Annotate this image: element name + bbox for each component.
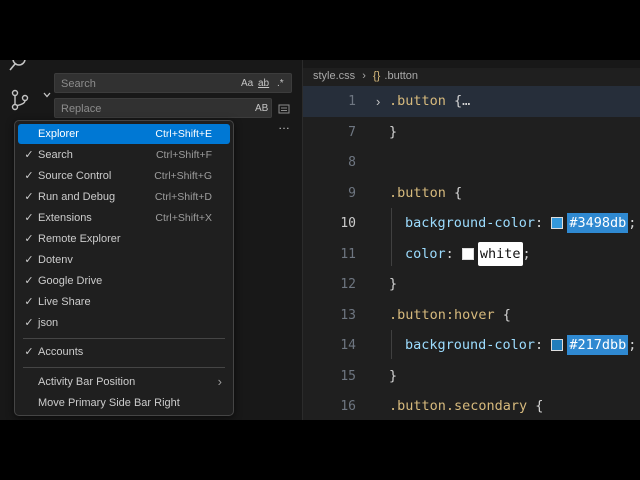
fold-chevron-icon[interactable]: › — [376, 86, 380, 117]
activity-bar-context-menu: Explorer Ctrl+Shift+E ✓ Search Ctrl+Shif… — [14, 120, 234, 416]
code-line[interactable]: 1 › .button {… — [303, 86, 640, 117]
code-line[interactable]: 8 — [303, 147, 640, 178]
color-value: #3498db — [567, 213, 629, 233]
menu-item-remote-explorer[interactable]: ✓ Remote Explorer — [18, 229, 230, 249]
color-swatch[interactable] — [461, 248, 474, 260]
check-icon: ✓ — [24, 233, 34, 245]
check-icon: ✓ — [24, 191, 34, 203]
menu-item-live-share[interactable]: ✓ Live Share — [18, 292, 230, 312]
code-line[interactable]: 13 .button:hover { — [303, 300, 640, 331]
code-line-current[interactable]: 10 background-color: #3498db; — [303, 208, 640, 239]
tab-bar — [303, 60, 640, 68]
check-icon: ✓ — [24, 296, 34, 308]
check-icon: ✓ — [24, 275, 34, 287]
replace-placeholder: Replace — [61, 103, 102, 115]
menu-separator — [23, 338, 225, 339]
match-word-toggle[interactable]: ab — [258, 74, 269, 94]
check-icon: ✓ — [24, 149, 34, 161]
check-icon: ✓ — [24, 170, 34, 182]
check-icon: ✓ — [24, 254, 34, 266]
code-line[interactable]: 9 .button { — [303, 178, 640, 209]
menu-item-search[interactable]: ✓ Search Ctrl+Shift+F — [18, 145, 230, 165]
editor-area: style.css › {} .button 1 › .button {… 7 … — [303, 60, 640, 420]
replace-input[interactable]: Replace AB — [54, 98, 272, 118]
search-placeholder: Search — [61, 78, 96, 90]
menu-item-activity-bar-position[interactable]: Activity Bar Position › — [18, 372, 230, 392]
color-swatch[interactable] — [551, 217, 564, 229]
code-line[interactable]: 16 .button.secondary { — [303, 391, 640, 420]
color-swatch[interactable] — [551, 339, 564, 351]
chevron-right-icon: › — [217, 374, 222, 389]
code-line[interactable]: 12 } — [303, 269, 640, 300]
menu-item-accounts[interactable]: ✓ Accounts — [18, 342, 230, 362]
search-icon[interactable] — [6, 60, 34, 76]
menu-item-json[interactable]: ✓ json — [18, 313, 230, 333]
breadcrumb: style.css › {} .button — [313, 70, 422, 82]
vscode-window: Search Aa ab .* Replace AB … Explorer Ct… — [0, 60, 640, 420]
more-actions-icon[interactable]: … — [278, 118, 290, 132]
search-input[interactable]: Search Aa ab .* — [54, 73, 292, 93]
check-icon: ✓ — [24, 346, 34, 358]
source-control-icon[interactable] — [6, 86, 34, 114]
chevron-down-icon[interactable] — [42, 90, 52, 103]
menu-item-dotenv[interactable]: ✓ Dotenv — [18, 250, 230, 270]
code-line[interactable]: 15 } — [303, 361, 640, 392]
menu-item-extensions[interactable]: ✓ Extensions Ctrl+Shift+X — [18, 208, 230, 228]
check-icon: ✓ — [24, 317, 34, 329]
code-line[interactable]: 7 } — [303, 117, 640, 148]
color-value: white — [477, 242, 523, 266]
check-icon: ✓ — [24, 212, 34, 224]
menu-separator — [23, 367, 225, 368]
code-line[interactable]: 14 background-color: #217dbb; — [303, 330, 640, 361]
breadcrumb-file[interactable]: style.css — [313, 70, 355, 82]
match-case-toggle[interactable]: Aa — [241, 74, 253, 94]
menu-item-explorer[interactable]: Explorer Ctrl+Shift+E — [18, 124, 230, 144]
menu-item-source-control[interactable]: ✓ Source Control Ctrl+Shift+G — [18, 166, 230, 186]
side-bar: Search Aa ab .* Replace AB … Explorer Ct… — [14, 60, 303, 420]
color-value: #217dbb — [567, 335, 629, 355]
regex-toggle[interactable]: .* — [277, 74, 284, 94]
menu-item-google-drive[interactable]: ✓ Google Drive — [18, 271, 230, 291]
menu-item-move-side-bar-right[interactable]: Move Primary Side Bar Right — [18, 393, 230, 413]
menu-item-run-and-debug[interactable]: ✓ Run and Debug Ctrl+Shift+D — [18, 187, 230, 207]
preserve-case-toggle[interactable]: AB — [255, 99, 268, 119]
breadcrumb-symbol[interactable]: .button — [384, 70, 418, 82]
breadcrumb-separator: › — [362, 70, 366, 82]
code-line[interactable]: 11 color: white; — [303, 239, 640, 270]
symbol-class-icon: {} — [372, 70, 381, 82]
